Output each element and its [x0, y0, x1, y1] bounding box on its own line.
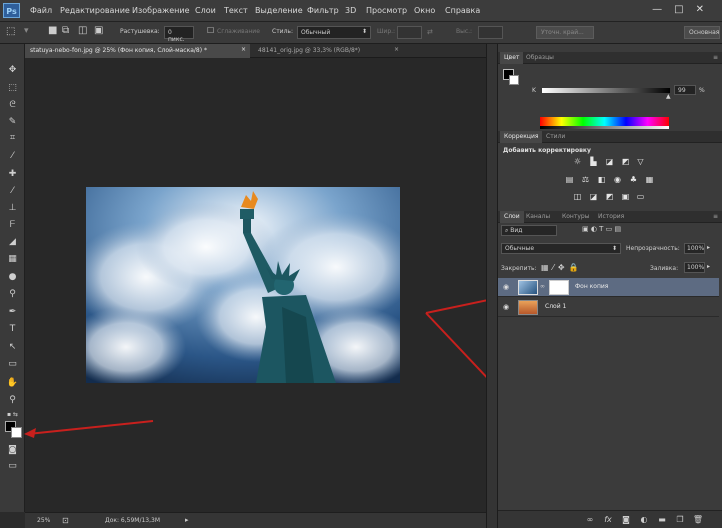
layers-panel-header: Слои Каналы Контуры История ≡: [498, 211, 722, 223]
layer-thumbnail: [518, 300, 538, 315]
channel-label: K: [532, 87, 536, 94]
color-lookup-icon[interactable]: ▦: [644, 175, 655, 185]
layer-name[interactable]: Слой 1: [545, 303, 566, 310]
gray-ramp[interactable]: [540, 126, 669, 129]
select-arrow-icon: ⬍: [611, 245, 617, 252]
layer-filter-value: Вид: [510, 227, 523, 234]
layer-mask-thumbnail[interactable]: [549, 280, 569, 295]
exposure-icon[interactable]: ◩: [620, 157, 631, 167]
adjustments-heading: Добавить корректировку: [503, 147, 591, 154]
opacity-label: Непрозрачность:: [626, 245, 680, 252]
filter-icons[interactable]: ▣ ◐ T ▭ ▤: [582, 225, 621, 233]
bw-icon[interactable]: ◧: [596, 175, 607, 185]
layer-row-layer-1[interactable]: ◉ Слой 1: [498, 298, 719, 317]
tab-layers[interactable]: Слои: [500, 211, 524, 223]
vibrance-icon[interactable]: ▽: [635, 157, 646, 167]
panel-menu-icon[interactable]: ≡: [713, 213, 718, 220]
k-value[interactable]: 99: [674, 85, 696, 95]
fx-icon[interactable]: fx: [602, 515, 614, 524]
folder-icon[interactable]: ▬: [656, 515, 668, 524]
layer-thumbnail: [518, 280, 538, 295]
tab-paths[interactable]: Контуры: [558, 211, 593, 223]
doc-size: Док: 6,59M/13,3M: [105, 517, 161, 524]
posterize-icon[interactable]: ◪: [588, 192, 599, 202]
panel-menu-icon[interactable]: ≡: [713, 54, 718, 61]
k-slider[interactable]: [542, 88, 670, 93]
blend-mode-value: Обычные: [505, 245, 535, 252]
arrow-to-swatch: [27, 420, 154, 435]
threshold-icon[interactable]: ◩: [604, 192, 615, 202]
color-balance-icon[interactable]: ⚖: [580, 175, 591, 185]
blend-mode-select[interactable]: Обычные ⬍: [501, 243, 621, 254]
layers-bottom-toolbar: ∞ fx ◙ ◐ ▬ ❐ 🗑: [498, 510, 722, 528]
tab-styles[interactable]: Стили: [542, 131, 569, 143]
curves-icon[interactable]: ◪: [604, 157, 615, 167]
layer-row-background-copy[interactable]: ◉ ∞ Фон копия: [498, 278, 719, 297]
layer-name[interactable]: Фон копия: [575, 283, 608, 290]
color-spectrum[interactable]: [540, 117, 669, 126]
color-bg-swatch[interactable]: [509, 75, 519, 85]
status-bar: 25% ⊡ Док: 6,59M/13,3M ▸: [25, 512, 486, 528]
right-panels: Цвет Образцы ≡ K ▲ 99 % Коррекция Стили …: [497, 44, 722, 528]
new-layer-icon[interactable]: ❐: [674, 515, 686, 524]
color-panel-header: Цвет Образцы ≡: [498, 52, 722, 64]
slider-thumb-icon[interactable]: ▲: [666, 93, 671, 100]
brightness-icon[interactable]: ☼: [572, 157, 583, 167]
fill-label: Заливка:: [650, 265, 679, 272]
fill-arrow-icon[interactable]: ▸: [707, 263, 710, 270]
zoom-level[interactable]: 25%: [37, 517, 50, 524]
selective-color-icon[interactable]: ▣: [620, 192, 631, 202]
photo-filter-icon[interactable]: ◉: [612, 175, 623, 185]
adjustment-layer-icon[interactable]: ◐: [638, 515, 650, 524]
adjustments-panel-header: Коррекция Стили: [498, 131, 722, 143]
layer-filter-select[interactable]: ⌕ Вид: [501, 225, 557, 236]
hue-saturation-icon[interactable]: ▤: [564, 175, 575, 185]
invert-icon[interactable]: ◫: [572, 192, 583, 202]
lock-label: Закрепить:: [501, 265, 537, 272]
info-icon[interactable]: ⊡: [62, 516, 69, 525]
tab-channels[interactable]: Каналы: [522, 211, 554, 223]
link-layers-icon[interactable]: ∞: [584, 515, 596, 524]
panel-collapse-strip[interactable]: [486, 44, 497, 528]
eye-icon[interactable]: ◉: [503, 303, 509, 311]
channel-mixer-icon[interactable]: ♣: [628, 175, 639, 185]
tab-adjustments[interactable]: Коррекция: [500, 131, 543, 143]
k-unit: %: [699, 87, 705, 94]
opacity-input[interactable]: 100%: [684, 243, 705, 254]
gradient-map-icon[interactable]: ▭: [635, 192, 646, 202]
eye-icon[interactable]: ◉: [503, 283, 509, 291]
tab-swatches[interactable]: Образцы: [522, 52, 558, 64]
trash-icon[interactable]: 🗑: [692, 515, 704, 524]
status-arrow-icon[interactable]: ▸: [185, 516, 189, 524]
arrowhead-icon: [24, 428, 36, 438]
tab-history[interactable]: История: [594, 211, 628, 223]
opacity-arrow-icon[interactable]: ▸: [707, 244, 710, 251]
add-mask-icon[interactable]: ◙: [620, 515, 632, 524]
levels-icon[interactable]: ▙: [588, 157, 599, 167]
chain-icon[interactable]: ∞: [540, 283, 545, 290]
tab-color[interactable]: Цвет: [500, 52, 524, 64]
lock-icons[interactable]: ▦⁄✥🔒: [541, 263, 583, 272]
fill-input[interactable]: 100%: [684, 262, 705, 273]
